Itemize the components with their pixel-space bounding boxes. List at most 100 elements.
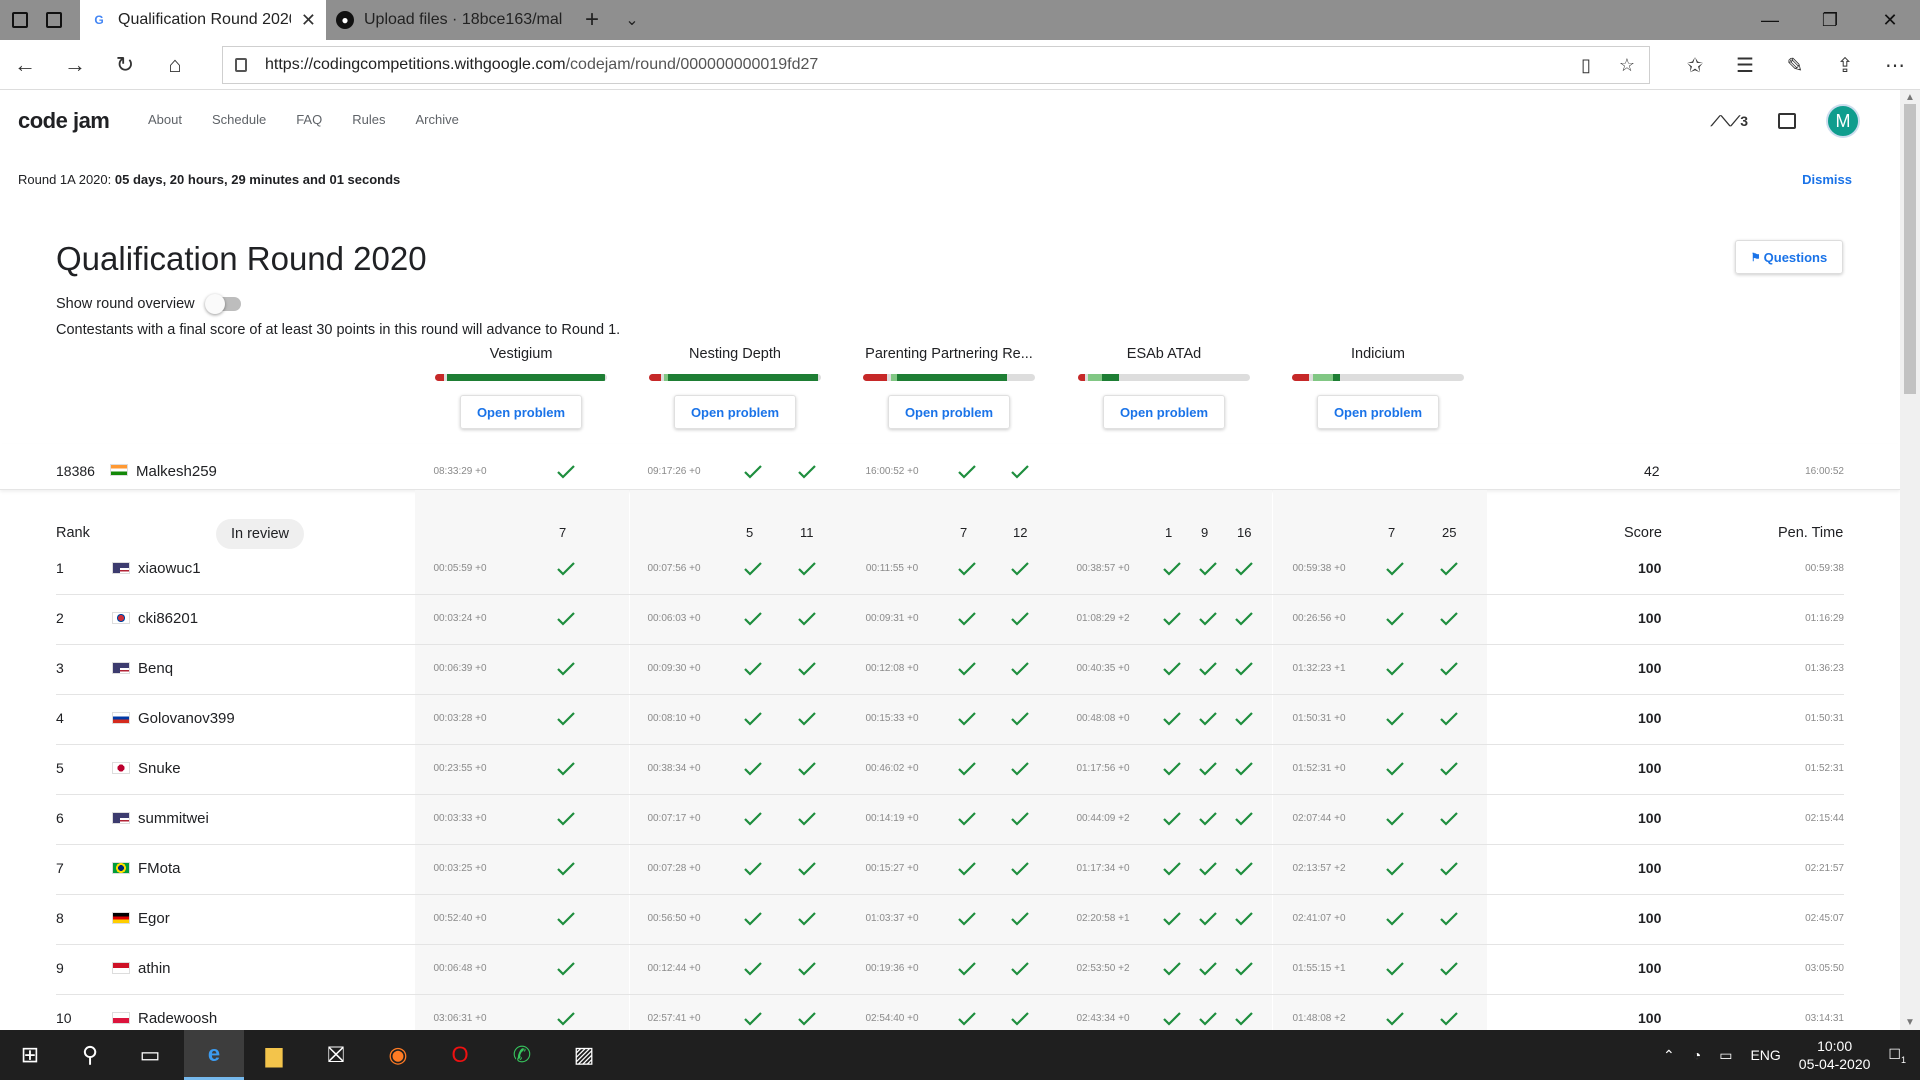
in-review-chip[interactable]: In review — [216, 519, 304, 549]
firefox-icon[interactable]: ◉ — [368, 1030, 428, 1080]
tab-upload-files[interactable]: ● Upload files · 18bce163/mal — [326, 0, 572, 40]
check-icon — [1011, 762, 1029, 776]
chevron-down-icon[interactable]: ⌄ — [612, 0, 652, 40]
reading-view-icon[interactable]: ▯ — [1581, 55, 1591, 76]
more-icon[interactable]: ⋯ — [1870, 40, 1920, 90]
my-submission-time: 08:33:29 +0 — [433, 466, 487, 477]
open-problem-button[interactable]: Open problem — [674, 395, 796, 429]
username-link[interactable]: Radewoosh — [138, 1010, 217, 1027]
share-icon[interactable]: ⇪ — [1820, 40, 1870, 90]
rank-cell: 7 — [56, 860, 64, 876]
username-link[interactable]: xiaowuc1 — [138, 560, 201, 577]
submission-time: 00:52:40 +0 — [433, 913, 487, 924]
check-icon — [1440, 812, 1458, 826]
chat-icon[interactable] — [1778, 113, 1796, 129]
username-link[interactable]: Golovanov399 — [138, 710, 235, 727]
new-tab-button[interactable]: + — [572, 0, 612, 40]
username-link[interactable]: athin — [138, 960, 171, 977]
restore-button[interactable]: ❐ — [1800, 0, 1860, 40]
check-icon — [1440, 562, 1458, 576]
nav-schedule[interactable]: Schedule — [212, 112, 266, 127]
page-scrollbar[interactable]: ▲ ▼ — [1900, 90, 1920, 1030]
scroll-up-icon[interactable]: ▲ — [1905, 92, 1915, 103]
questions-button[interactable]: ⚑ Questions — [1735, 240, 1843, 274]
check-icon — [744, 812, 762, 826]
search-icon[interactable]: ⚲ — [60, 1030, 120, 1080]
edge-browser-icon[interactable]: e — [184, 1030, 244, 1080]
check-icon — [1235, 562, 1253, 576]
scroll-down-icon[interactable]: ▼ — [1905, 1017, 1915, 1028]
refresh-button[interactable]: ↻ — [100, 40, 150, 90]
code-jam-logo[interactable]: code jam — [18, 108, 110, 134]
network-icon[interactable]: ◔ — [1693, 1047, 1701, 1063]
notification-icon[interactable]: ☐1 — [1888, 1046, 1906, 1065]
address-bar[interactable]: https://codingcompetitions.withgoogle.co… — [222, 46, 1650, 84]
username-link[interactable]: Snuke — [138, 760, 181, 777]
submission-time: 00:08:10 +0 — [647, 713, 701, 724]
submission-time: 00:12:44 +0 — [647, 963, 701, 974]
nav-faq[interactable]: FAQ — [296, 112, 322, 127]
hub-icon[interactable]: ☰ — [1720, 40, 1770, 90]
row-divider — [56, 944, 1844, 945]
check-icon — [1199, 1012, 1217, 1026]
open-problem-button[interactable]: Open problem — [460, 395, 582, 429]
nav-rules[interactable]: Rules — [352, 112, 385, 127]
language-indicator[interactable]: ENG — [1750, 1047, 1780, 1063]
chevron-up-icon[interactable]: ⌃ — [1663, 1047, 1675, 1064]
taskbar-clock[interactable]: 10:00 05-04-2020 — [1799, 1037, 1871, 1073]
favorites-icon[interactable]: ✩ — [1670, 40, 1720, 90]
trend-button[interactable]: ⟋⟍⟋3 — [1711, 113, 1748, 130]
submission-time: 00:12:08 +0 — [865, 663, 919, 674]
bar-partial-fill — [1088, 374, 1103, 381]
overview-toggle[interactable] — [204, 294, 241, 314]
battery-icon[interactable]: ▭ — [1719, 1047, 1732, 1064]
check-icon — [1163, 962, 1181, 976]
open-problem-button[interactable]: Open problem — [1103, 395, 1225, 429]
close-window-button[interactable]: ✕ — [1860, 0, 1920, 40]
check-icon — [557, 812, 575, 826]
browser-nav-bar: ← → ↻ ⌂ https://codingcompetitions.withg… — [0, 40, 1920, 90]
avatar[interactable]: M — [1826, 104, 1860, 138]
open-problem-button[interactable]: Open problem — [1317, 395, 1439, 429]
submission-time: 00:03:33 +0 — [433, 813, 487, 824]
store-icon[interactable]: ⛝ — [306, 1030, 366, 1080]
username-link[interactable]: summitwei — [138, 810, 209, 827]
username-link[interactable]: FMota — [138, 860, 181, 877]
opera-icon[interactable]: O — [430, 1030, 490, 1080]
problem-header: Nesting Depth Open problem — [649, 346, 821, 429]
countdown-label: Round 1A 2020: — [18, 172, 112, 187]
back-button[interactable]: ← — [0, 40, 50, 90]
close-icon[interactable]: ✕ — [301, 10, 316, 31]
dismiss-button[interactable]: Dismiss — [1802, 172, 1852, 187]
submission-time: 03:06:31 +0 — [433, 1013, 487, 1024]
username-link[interactable]: Egor — [138, 910, 170, 927]
rank-cell: 6 — [56, 810, 64, 826]
photos-icon[interactable]: ▨ — [554, 1030, 614, 1080]
check-icon — [744, 562, 762, 576]
check-icon — [798, 812, 816, 826]
username-link[interactable]: Benq — [138, 660, 173, 677]
submission-time: 00:44:09 +2 — [1076, 813, 1130, 824]
submission-time: 01:17:34 +0 — [1076, 863, 1130, 874]
submission-time: 02:13:57 +2 — [1292, 863, 1346, 874]
favorite-star-icon[interactable]: ☆ — [1619, 55, 1635, 76]
tab-qualification-round[interactable]: G Qualification Round 2020 - Code Jam ✕ — [80, 0, 326, 40]
home-button[interactable]: ⌂ — [150, 40, 200, 90]
set-aside-tabs-icon[interactable] — [46, 12, 62, 28]
forward-button[interactable]: → — [50, 40, 100, 90]
questions-label: Questions — [1763, 249, 1828, 265]
task-view-icon[interactable]: ▭ — [120, 1030, 180, 1080]
scroll-thumb[interactable] — [1904, 104, 1916, 394]
tab-actions-icon[interactable] — [12, 12, 28, 28]
username-link[interactable]: cki86201 — [138, 610, 198, 627]
whatsapp-icon[interactable]: ✆ — [492, 1030, 552, 1080]
file-explorer-icon[interactable]: ▆ — [244, 1030, 304, 1080]
open-problem-button[interactable]: Open problem — [888, 395, 1010, 429]
windows-start-icon[interactable]: ⊞ — [0, 1030, 60, 1080]
rank-cell: 1 — [56, 560, 64, 576]
minimize-button[interactable]: — — [1740, 0, 1800, 40]
check-icon — [958, 912, 976, 926]
nav-about[interactable]: About — [148, 112, 182, 127]
notes-pen-icon[interactable]: ✎ — [1770, 40, 1820, 90]
nav-archive[interactable]: Archive — [415, 112, 458, 127]
